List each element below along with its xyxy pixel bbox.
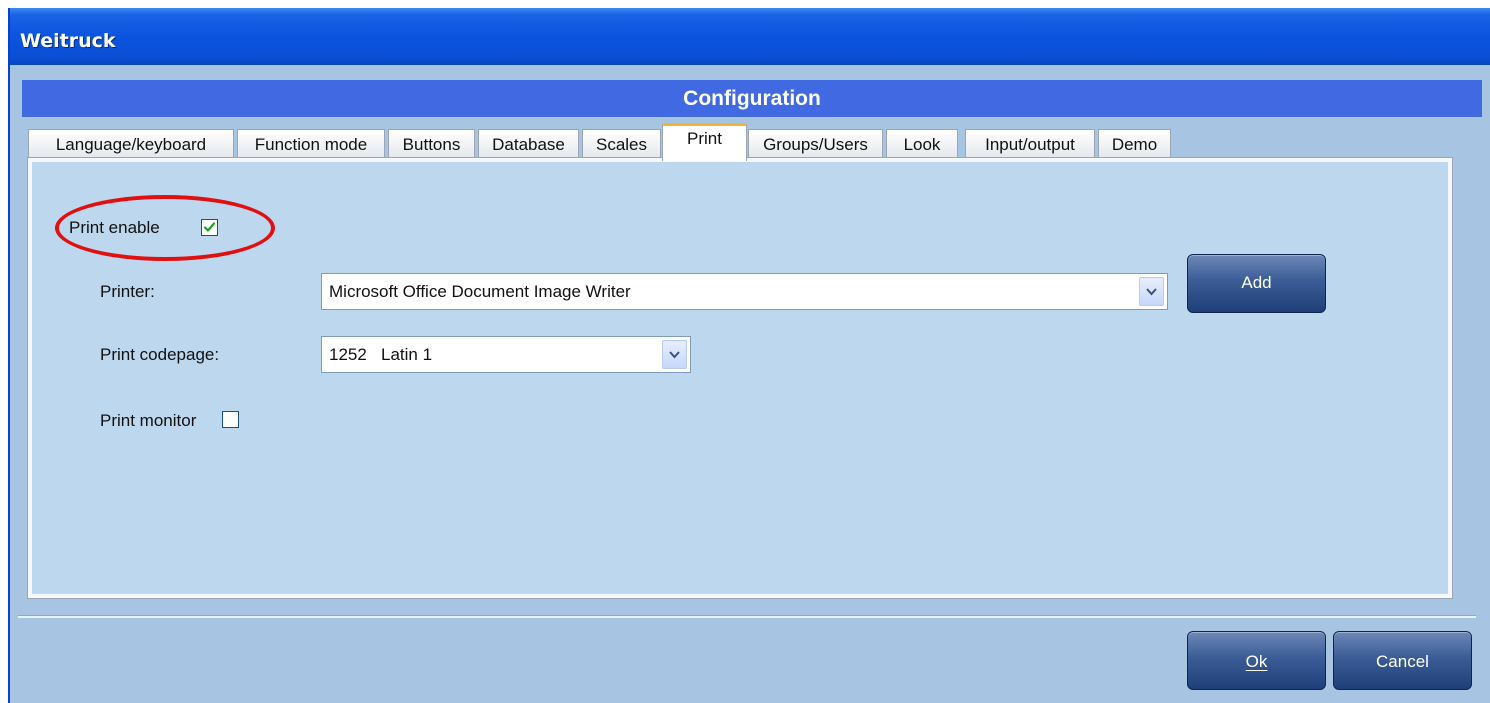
tab-groups-users[interactable]: Groups/Users — [748, 129, 883, 160]
tab-input-output[interactable]: Input/output — [965, 129, 1095, 160]
tab-look[interactable]: Look — [886, 129, 958, 160]
tab-print[interactable]: Print — [662, 123, 747, 161]
tab-language-keyboard[interactable]: Language/keyboard — [28, 129, 234, 160]
print-monitor-label: Print monitor — [100, 411, 197, 430]
print-monitor-checkbox[interactable] — [222, 411, 239, 428]
footer-separator — [18, 615, 1476, 618]
tab-database[interactable]: Database — [478, 129, 579, 160]
tab-function-mode[interactable]: Function mode — [237, 129, 385, 160]
tab-buttons[interactable]: Buttons — [388, 129, 475, 160]
print-codepage-select[interactable]: 1252 Latin 1 — [321, 336, 691, 373]
tab-demo[interactable]: Demo — [1098, 129, 1171, 160]
printer-value: Microsoft Office Document Image Writer — [329, 282, 631, 301]
checkmark-icon — [203, 222, 216, 232]
configuration-header: Configuration — [22, 80, 1482, 117]
tab-scales[interactable]: Scales — [582, 129, 661, 160]
print-codepage-label: Print codepage: — [100, 345, 220, 364]
ok-button-label: Ok — [1245, 652, 1268, 671]
printer-label: Printer: — [100, 282, 155, 301]
printer-select[interactable]: Microsoft Office Document Image Writer — [321, 273, 1168, 310]
chevron-down-icon — [669, 351, 680, 359]
printer-dropdown-button[interactable] — [1139, 277, 1164, 306]
print-enable-label: Print enable — [69, 218, 160, 237]
add-button[interactable]: Add — [1187, 254, 1326, 313]
title-bar[interactable]: Weitruck — [10, 8, 1490, 65]
cancel-button-label: Cancel — [1376, 652, 1429, 671]
chevron-down-icon — [1146, 288, 1157, 296]
print-enable-checkbox[interactable] — [201, 219, 218, 236]
cancel-button[interactable]: Cancel — [1333, 631, 1472, 690]
window-title: Weitruck — [20, 30, 116, 52]
ok-button[interactable]: Ok — [1187, 631, 1326, 690]
codepage-dropdown-button[interactable] — [662, 340, 687, 369]
print-codepage-value: 1252 Latin 1 — [329, 345, 433, 364]
print-settings-panel — [27, 157, 1453, 599]
